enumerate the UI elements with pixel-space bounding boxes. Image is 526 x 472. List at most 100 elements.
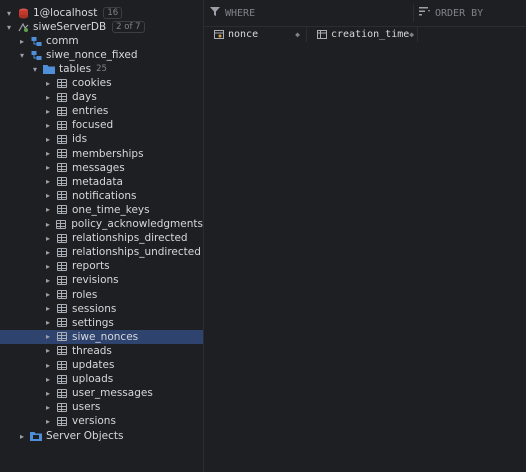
tree-table-item[interactable]: ▸ notifications xyxy=(0,189,203,203)
column-label-creation-time: creation_time xyxy=(331,28,410,40)
table-icon xyxy=(56,331,68,343)
chevron-right-icon[interactable]: ▸ xyxy=(43,386,53,400)
chevron-right-icon[interactable]: ▸ xyxy=(43,288,53,302)
chevron-right-icon[interactable]: ▸ xyxy=(17,429,27,443)
column-header-nonce[interactable]: nonce ◆ xyxy=(204,26,307,42)
chevron-right-icon[interactable]: ▸ xyxy=(17,34,27,48)
server-objects-label: Server Objects xyxy=(46,430,124,442)
chevron-right-icon[interactable]: ▸ xyxy=(43,90,53,104)
tree-table-item[interactable]: ▸ cookies xyxy=(0,76,203,90)
tree-table-item[interactable]: ▸ siwe_nonces xyxy=(0,329,203,344)
table-label: revisions xyxy=(72,274,119,287)
chevron-right-icon[interactable]: ▸ xyxy=(43,358,53,372)
chevron-right-icon[interactable]: ▸ xyxy=(43,273,53,287)
where-label: WHERE xyxy=(225,7,256,19)
table-icon xyxy=(56,176,68,188)
tree-database[interactable]: ▾ siweServerDB 2 of 7 xyxy=(0,20,203,34)
table-icon xyxy=(56,401,68,413)
schema-icon xyxy=(30,49,42,61)
tree-table-item[interactable]: ▸ revisions xyxy=(0,273,203,287)
table-label: settings xyxy=(72,316,114,329)
chevron-right-icon[interactable]: ▸ xyxy=(43,414,53,428)
chevron-right-icon[interactable]: ▸ xyxy=(43,132,53,146)
tree-table-item[interactable]: ▸ days xyxy=(0,90,203,104)
column-label-nonce: nonce xyxy=(228,28,259,40)
where-filter-input[interactable]: WHERE xyxy=(210,7,255,19)
chevron-right-icon[interactable]: ▸ xyxy=(43,118,53,132)
chevron-right-icon[interactable]: ▸ xyxy=(43,316,53,330)
sort-toggle-icon[interactable]: ◆ xyxy=(295,30,300,39)
chevron-down-icon[interactable]: ▾ xyxy=(17,48,27,62)
order-by-input[interactable]: ORDER BY xyxy=(419,7,483,19)
chevron-down-icon[interactable]: ▾ xyxy=(30,62,40,76)
chevron-right-icon[interactable]: ▸ xyxy=(43,147,53,161)
table-label: user_messages xyxy=(72,387,153,400)
table-label: messages xyxy=(72,161,125,174)
table-icon xyxy=(56,148,68,160)
tree-connection[interactable]: ▾ 1@localhost 16 xyxy=(0,6,203,20)
tree-table-item[interactable]: ▸ settings xyxy=(0,316,203,330)
tree-schema-siwe[interactable]: ▾ siwe_nonce_fixed xyxy=(0,48,203,62)
tree-table-item[interactable]: ▸ focused xyxy=(0,118,203,132)
tree-server-objects[interactable]: ▸ Server Objects xyxy=(0,429,203,443)
tree-table-item[interactable]: ▸ entries xyxy=(0,104,203,118)
column-header-creation-time[interactable]: creation_time ◆ xyxy=(307,26,418,42)
tree-table-item[interactable]: ▸ messages xyxy=(0,161,203,175)
tree-tables-folder[interactable]: ▾ tables 25 xyxy=(0,62,203,76)
chevron-right-icon[interactable]: ▸ xyxy=(43,330,53,344)
tables-folder-label: tables xyxy=(59,63,92,75)
tree-table-item[interactable]: ▸ roles xyxy=(0,288,203,302)
table-icon xyxy=(56,260,68,272)
chevron-right-icon[interactable]: ▸ xyxy=(43,175,53,189)
table-icon xyxy=(56,204,68,216)
database-icon xyxy=(17,21,29,33)
tree-table-item[interactable]: ▸ users xyxy=(0,400,203,414)
chevron-down-icon[interactable]: ▾ xyxy=(4,20,14,34)
table-icon xyxy=(56,415,68,427)
tree-table-item[interactable]: ▸ ids xyxy=(0,132,203,146)
database-explorer-window: ▾ 1@localhost 16 ▾ siweServerDB 2 of 7 ▸… xyxy=(0,0,526,472)
table-icon xyxy=(56,359,68,371)
table-icon xyxy=(56,232,68,244)
table-label: cookies xyxy=(72,77,112,89)
chevron-right-icon[interactable]: ▸ xyxy=(43,245,53,259)
table-icon xyxy=(56,373,68,385)
tree-table-item[interactable]: ▸ metadata xyxy=(0,175,203,189)
chevron-right-icon[interactable]: ▸ xyxy=(43,76,53,90)
chevron-right-icon[interactable]: ▸ xyxy=(43,344,53,358)
tree-table-item[interactable]: ▸ relationships_directed xyxy=(0,231,203,245)
tree-table-item[interactable]: ▸ memberships xyxy=(0,147,203,161)
chevron-right-icon[interactable]: ▸ xyxy=(43,161,53,175)
tree-table-item[interactable]: ▸ policy_acknowledgments xyxy=(0,217,203,231)
chevron-right-icon[interactable]: ▸ xyxy=(43,372,53,386)
chevron-right-icon[interactable]: ▸ xyxy=(43,400,53,414)
schema-siwe-label: siwe_nonce_fixed xyxy=(46,49,138,61)
table-icon xyxy=(56,246,68,258)
chevron-right-icon[interactable]: ▸ xyxy=(43,231,53,245)
tree-table-item[interactable]: ▸ sessions xyxy=(0,302,203,316)
table-label: sessions xyxy=(72,302,117,315)
chevron-right-icon[interactable]: ▸ xyxy=(43,189,53,203)
chevron-right-icon[interactable]: ▸ xyxy=(43,217,53,231)
table-label: entries xyxy=(72,105,109,118)
chevron-right-icon[interactable]: ▸ xyxy=(43,104,53,118)
data-editor: WHERE ORDER BY nonce ◆ creation_time ◆ xyxy=(204,0,526,472)
table-label: ids xyxy=(72,133,88,146)
tree-table-item[interactable]: ▸ one_time_keys xyxy=(0,203,203,217)
sort-toggle-icon[interactable]: ◆ xyxy=(409,30,414,39)
column-icon xyxy=(317,29,327,39)
chevron-right-icon[interactable]: ▸ xyxy=(43,203,53,217)
tree-table-item[interactable]: ▸ threads xyxy=(0,344,203,358)
tree-table-item[interactable]: ▸ reports xyxy=(0,259,203,273)
table-icon xyxy=(56,119,68,131)
tree-table-item[interactable]: ▸ updates xyxy=(0,358,203,372)
chevron-right-icon[interactable]: ▸ xyxy=(43,259,53,273)
tree-table-item[interactable]: ▸ relationships_undirected xyxy=(0,245,203,259)
tree-schema-comm[interactable]: ▸ comm xyxy=(0,34,203,48)
tree-table-item[interactable]: ▸ uploads xyxy=(0,372,203,386)
tree-table-item[interactable]: ▸ user_messages xyxy=(0,386,203,400)
chevron-down-icon[interactable]: ▾ xyxy=(4,6,14,20)
tree-table-item[interactable]: ▸ versions xyxy=(0,414,203,428)
database-label: siweServerDB xyxy=(33,21,107,33)
chevron-right-icon[interactable]: ▸ xyxy=(43,302,53,316)
